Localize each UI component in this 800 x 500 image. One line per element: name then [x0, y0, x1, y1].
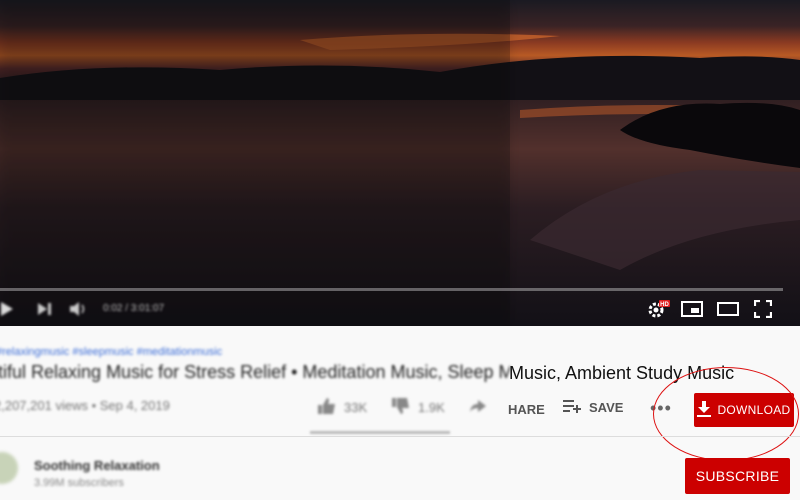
save-button[interactable]: SAVE: [563, 399, 623, 416]
like-ratio-bar: [310, 431, 450, 434]
share-icon[interactable]: [470, 400, 486, 412]
hashtags[interactable]: #relaxingmusic #sleepmusic #meditationmu…: [0, 346, 222, 358]
video-title-blurred: utiful Relaxing Music for Stress Relief …: [0, 362, 510, 382]
time-display: 0:02 / 3:01:07: [103, 303, 165, 314]
highlight-annotation: [653, 367, 799, 461]
subscribe-button[interactable]: SUBSCRIBE: [685, 458, 790, 494]
play-icon[interactable]: [0, 302, 14, 316]
video-info: #relaxingmusic #sleepmusic #meditationmu…: [0, 326, 800, 500]
dislike-count: 1.9K: [418, 400, 445, 415]
dislike-icon: [392, 398, 410, 417]
fullscreen-icon[interactable]: [754, 300, 772, 318]
dislike-button[interactable]: 1.9K: [392, 398, 445, 417]
player-controls: 0:02 / 3:01:07 HD: [0, 286, 800, 326]
settings-icon[interactable]: HD: [646, 299, 670, 319]
progress-bar[interactable]: [0, 288, 783, 291]
like-button[interactable]: 33K: [318, 398, 367, 417]
divider: [0, 436, 800, 437]
subscriber-count: 3.99M subscribers: [34, 477, 124, 489]
hd-badge: HD: [660, 302, 669, 308]
miniplayer-icon[interactable]: [681, 301, 703, 317]
next-icon[interactable]: [38, 303, 52, 315]
view-count: 2,207,201 views • Sep 4, 2019: [0, 398, 170, 413]
theater-icon[interactable]: [717, 302, 739, 316]
video-player[interactable]: 0:02 / 3:01:07 HD: [0, 0, 800, 326]
channel-avatar[interactable]: [0, 452, 18, 484]
blurred-region: [0, 0, 510, 326]
channel-name[interactable]: Soothing Relaxation: [34, 458, 160, 473]
save-playlist-icon: [563, 399, 581, 416]
like-icon: [318, 398, 336, 417]
share-button-label[interactable]: HARE: [508, 402, 545, 417]
save-label: SAVE: [589, 400, 624, 415]
like-count: 33K: [344, 400, 368, 415]
volume-icon[interactable]: [70, 301, 90, 317]
